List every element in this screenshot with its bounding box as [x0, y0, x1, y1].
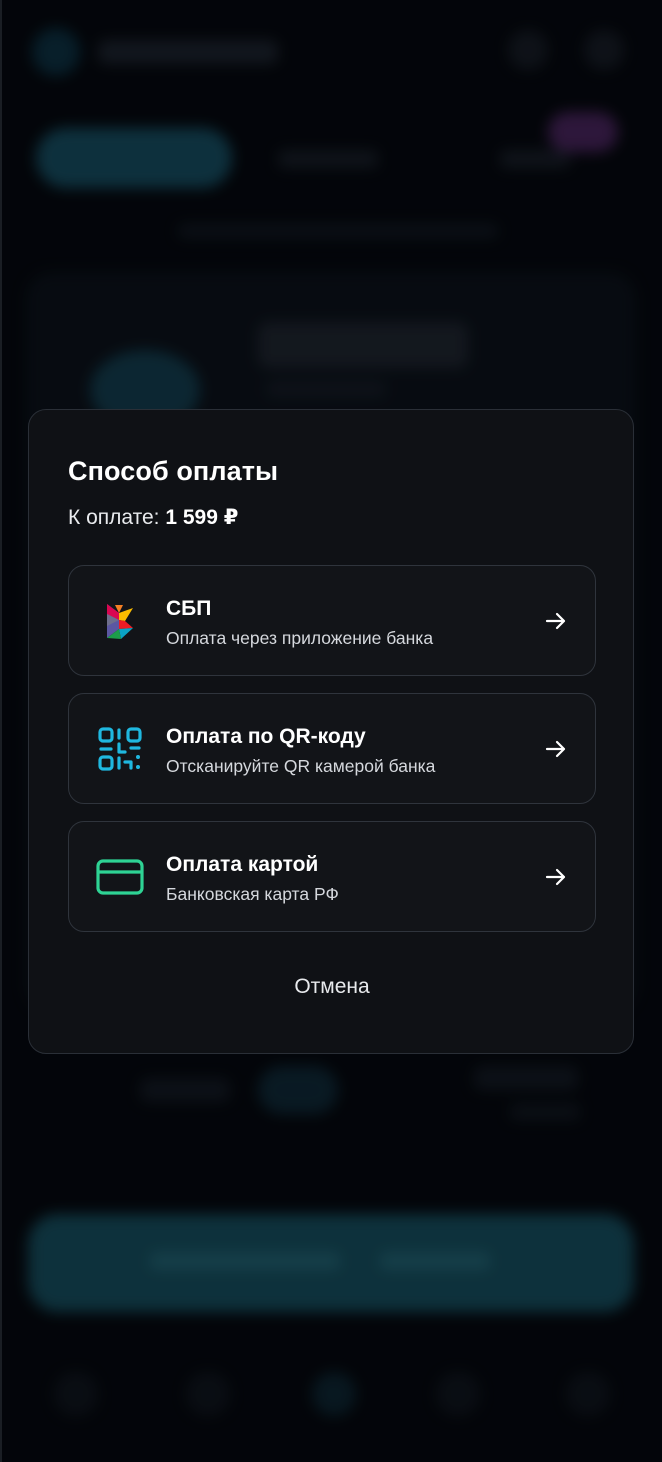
option-title: СБП: [166, 597, 212, 620]
option-title: Оплата картой: [166, 853, 319, 876]
payment-option-card[interactable]: Оплата картой Банковская карта РФ: [68, 821, 596, 932]
arrow-right-icon: [545, 740, 566, 758]
bank-card-icon: [96, 859, 144, 895]
arrow-right-icon: [545, 612, 566, 630]
payment-option-sbp[interactable]: СБП Оплата через приложение банка: [68, 565, 596, 676]
option-title: Оплата по QR-коду: [166, 725, 366, 748]
app-screen: Способ оплаты К оплате: 1 599 ₽ СБП Опла…: [0, 0, 662, 1462]
amount-value: 1 599 ₽: [165, 506, 239, 529]
arrow-right-icon: [545, 868, 566, 886]
option-subtitle: Оплата через приложение банка: [166, 628, 434, 648]
payment-option-qr[interactable]: Оплата по QR-коду Отсканируйте QR камеро…: [68, 693, 596, 804]
qr-code-icon: [98, 727, 142, 771]
sbp-logo-icon: [107, 604, 133, 639]
screen-edge: [0, 0, 2, 1462]
option-subtitle: Отсканируйте QR камерой банка: [166, 756, 436, 776]
amount-due: К оплате: 1 599 ₽: [68, 505, 238, 530]
cancel-button[interactable]: Отмена: [232, 965, 432, 1009]
amount-label: К оплате:: [68, 506, 160, 529]
dialog-title: Способ оплаты: [68, 456, 279, 486]
option-subtitle: Банковская карта РФ: [166, 884, 339, 904]
payment-method-dialog: Способ оплаты К оплате: 1 599 ₽ СБП Опла…: [28, 409, 634, 1054]
